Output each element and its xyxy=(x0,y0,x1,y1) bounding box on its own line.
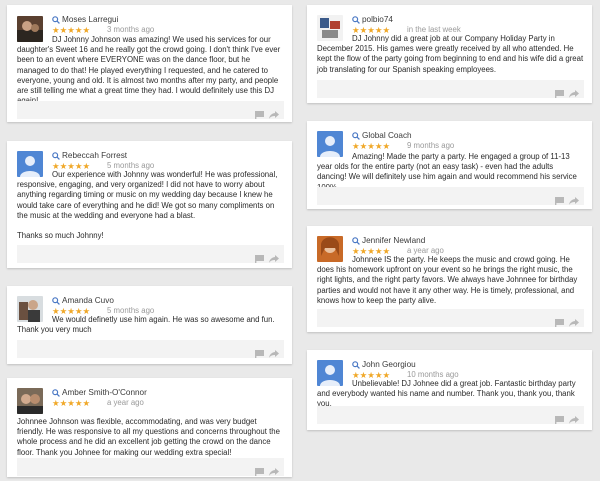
reviewer-name[interactable]: John Georgiou xyxy=(352,360,416,369)
review-text: Johnnee Johnson was flexible, accommodat… xyxy=(17,417,280,457)
flag-icon[interactable] xyxy=(555,314,564,327)
magnifier-icon xyxy=(352,360,360,369)
flag-icon[interactable] xyxy=(555,411,564,424)
magnifier-icon xyxy=(352,131,360,140)
share-icon[interactable] xyxy=(569,85,579,98)
review-time: 9 months ago xyxy=(407,141,455,150)
flag-icon[interactable] xyxy=(255,345,264,358)
flag-icon[interactable] xyxy=(255,463,264,476)
share-icon[interactable] xyxy=(569,411,579,424)
share-icon[interactable] xyxy=(569,192,579,205)
avatar[interactable] xyxy=(17,388,43,414)
flag-icon[interactable] xyxy=(255,106,264,119)
share-icon[interactable] xyxy=(569,314,579,327)
review-card: Rebeccah Forrest ★★★★★ 5 months ago Our … xyxy=(7,141,292,268)
share-icon[interactable] xyxy=(269,250,279,263)
reviewer-name[interactable]: Amber Smith-O'Connor xyxy=(52,388,147,397)
reviewer-name[interactable]: Amanda Cuvo xyxy=(52,296,114,305)
review-text: We would definetly use him again. He was… xyxy=(17,315,275,335)
review-actions xyxy=(17,458,284,476)
review-card: polbio74 ★★★★★ in the last week DJ Johnn… xyxy=(307,5,592,103)
review-time: a year ago xyxy=(107,398,144,407)
magnifier-icon xyxy=(52,151,60,160)
reviewer-name[interactable]: polbio74 xyxy=(352,15,393,24)
review-card: Global Coach ★★★★★ 9 months ago Amazing!… xyxy=(307,121,592,209)
star-rating: ★★★★★ xyxy=(352,141,391,151)
reviewer-name[interactable]: Jennifer Newland xyxy=(352,236,425,245)
review-actions xyxy=(317,187,584,205)
share-icon[interactable] xyxy=(269,463,279,476)
magnifier-icon xyxy=(52,388,60,397)
share-icon[interactable] xyxy=(269,345,279,358)
review-text: DJ Johnny did a great job at our Company… xyxy=(317,34,584,74)
review-actions xyxy=(317,309,584,327)
review-card: John Georgiou ★★★★★ 10 months ago Unbeli… xyxy=(307,350,592,430)
flag-icon[interactable] xyxy=(555,85,564,98)
star-rating: ★★★★★ xyxy=(52,25,91,35)
review-actions xyxy=(17,245,284,263)
review-card: Amanda Cuvo ★★★★★ 5 months ago We would … xyxy=(7,286,292,364)
reviewer-name[interactable]: Global Coach xyxy=(352,131,412,140)
review-actions xyxy=(317,406,584,424)
review-card: Jennifer Newland ★★★★★ a year ago Johnne… xyxy=(307,226,592,332)
review-text: Our experience with Johnny was wonderful… xyxy=(17,170,278,241)
star-rating: ★★★★★ xyxy=(52,398,91,408)
reviewer-name[interactable]: Moses Larregui xyxy=(52,15,118,24)
share-icon[interactable] xyxy=(269,106,279,119)
magnifier-icon xyxy=(352,15,360,24)
review-time: 3 months ago xyxy=(107,25,155,34)
review-card: Moses Larregui ★★★★★ 3 months ago DJ Joh… xyxy=(7,5,292,122)
review-actions xyxy=(17,101,284,119)
flag-icon[interactable] xyxy=(555,192,564,205)
magnifier-icon xyxy=(52,15,60,24)
review-card: Amber Smith-O'Connor ★★★★★ a year ago Jo… xyxy=(7,378,292,477)
magnifier-icon xyxy=(352,236,360,245)
flag-icon[interactable] xyxy=(255,250,264,263)
magnifier-icon xyxy=(52,296,60,305)
review-text: DJ Johnny Johnson was amazing! We used h… xyxy=(17,35,281,105)
review-actions xyxy=(317,80,584,98)
review-text: Johnnee IS the party. He keeps the music… xyxy=(317,255,578,305)
reviewer-name[interactable]: Rebeccah Forrest xyxy=(52,151,127,160)
review-actions xyxy=(17,340,284,358)
